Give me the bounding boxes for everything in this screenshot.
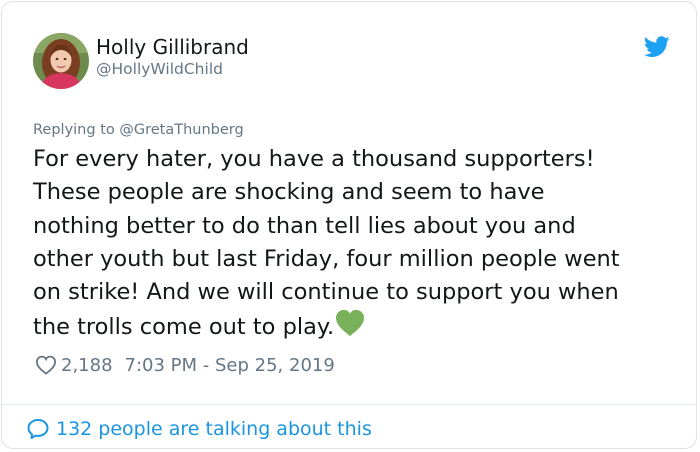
tweet-card: Holly Gillibrand @HollyWildChild Replyin…	[1, 1, 697, 449]
author-handle[interactable]: @HollyWildChild	[96, 60, 223, 78]
tweet-body: For every hater, you have a thousand sup…	[33, 146, 620, 341]
divider	[2, 404, 696, 405]
talking-about-text[interactable]: 132 people are talking about this	[56, 418, 372, 440]
conversation-link[interactable]: 132 people are talking about this	[26, 416, 372, 442]
tweet-timestamp[interactable]: 7:03 PM - Sep 25, 2019	[125, 355, 335, 376]
speech-bubble-icon	[27, 419, 49, 439]
avatar-photo-icon	[33, 33, 89, 89]
avatar[interactable]	[33, 33, 89, 89]
like-heart-icon[interactable]	[35, 355, 57, 375]
tweet-text: For every hater, you have a thousand sup…	[33, 143, 673, 345]
replying-to-line[interactable]: Replying to @GretaThunberg	[33, 122, 244, 138]
tweet-meta-row: 2,188 7:03 PM - Sep 25, 2019	[35, 353, 335, 377]
twitter-bird-icon[interactable]	[644, 36, 670, 58]
author-display-name[interactable]: Holly Gillibrand	[96, 35, 249, 59]
green-heart-icon	[336, 310, 365, 337]
like-count[interactable]: 2,188	[61, 355, 113, 376]
